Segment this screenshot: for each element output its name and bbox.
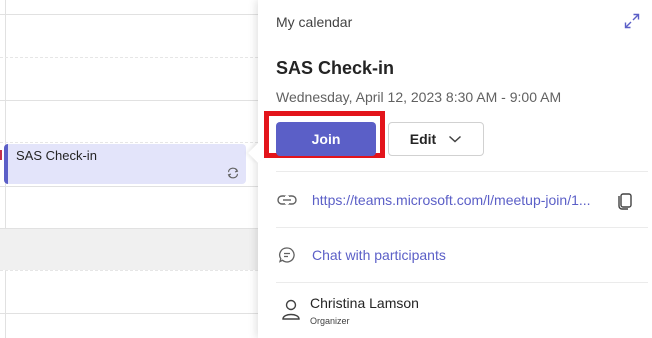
divider	[276, 282, 648, 283]
chat-with-participants-link[interactable]: Chat with participants	[312, 247, 446, 263]
grid-hour-line	[0, 100, 258, 101]
grid-hour-line	[0, 228, 258, 229]
chat-row[interactable]: Chat with participants	[276, 244, 446, 266]
organizer-role: Organizer	[310, 316, 350, 326]
organizer-name[interactable]: Christina Lamson	[310, 295, 419, 311]
grid-half-hour-line	[0, 57, 258, 58]
event-title: SAS Check-in	[16, 148, 97, 163]
chat-icon	[276, 244, 298, 266]
calendar-event[interactable]: SAS Check-in	[4, 144, 246, 184]
edit-button[interactable]: Edit	[388, 122, 484, 156]
link-icon	[276, 189, 298, 211]
current-time-indicator	[0, 150, 2, 160]
grid-hour-line	[0, 186, 258, 187]
chevron-down-icon	[449, 135, 462, 143]
join-button[interactable]: Join	[276, 122, 376, 156]
grid-hour-line	[0, 14, 258, 15]
recurring-icon	[227, 167, 239, 179]
copy-icon[interactable]	[616, 190, 634, 210]
calendar-name: My calendar	[276, 14, 353, 30]
expand-icon[interactable]	[624, 13, 640, 29]
divider	[276, 171, 648, 172]
calendar-grid: SAS Check-in	[0, 0, 258, 338]
grid-hour-line	[0, 313, 258, 314]
divider	[276, 227, 648, 228]
meeting-details-panel: My calendar SAS Check-in Wednesday, Apri…	[248, 0, 652, 338]
meeting-title: SAS Check-in	[276, 58, 395, 78]
meeting-time: Wednesday, April 12, 2023 8:30 AM - 9:00…	[276, 89, 562, 105]
meeting-link-row: https://teams.microsoft.com/l/meetup-joi…	[276, 189, 604, 211]
edit-button-label: Edit	[409, 131, 437, 147]
person-icon	[282, 299, 300, 320]
grid-half-hour-line	[0, 270, 258, 271]
grid-half-hour-line	[0, 142, 258, 143]
grid-shaded-slot	[0, 228, 258, 270]
meeting-join-link[interactable]: https://teams.microsoft.com/l/meetup-joi…	[312, 192, 604, 208]
